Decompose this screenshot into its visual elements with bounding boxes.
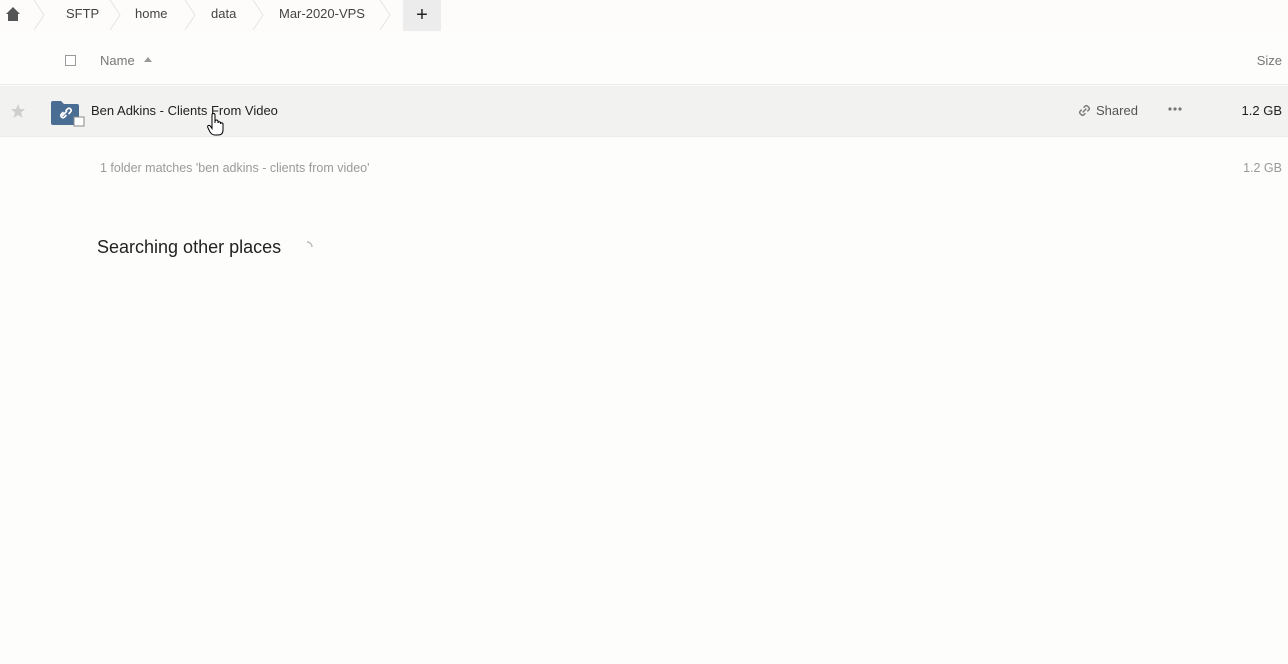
breadcrumb-separator-icon bbox=[252, 0, 264, 30]
breadcrumb-separator-icon bbox=[33, 0, 45, 30]
breadcrumb-separator-icon bbox=[379, 0, 391, 30]
shared-folder-icon bbox=[51, 101, 85, 127]
hand-cursor-icon bbox=[207, 113, 224, 136]
breadcrumb-item-data[interactable]: data bbox=[211, 0, 236, 28]
breadcrumb-separator-icon bbox=[184, 0, 196, 30]
share-status[interactable]: Shared bbox=[1078, 103, 1138, 118]
breadcrumb-item-home[interactable]: home bbox=[135, 0, 168, 28]
breadcrumb-separator-icon bbox=[109, 0, 121, 30]
sort-ascending-icon[interactable] bbox=[144, 57, 152, 62]
breadcrumb: SFTP home data Mar-2020-VPS + bbox=[0, 0, 1288, 32]
breadcrumb-item-sftp[interactable]: SFTP bbox=[66, 0, 99, 28]
summary-size: 1.2 GB bbox=[1243, 161, 1282, 175]
name-column-header[interactable]: Name bbox=[100, 53, 135, 68]
breadcrumb-item-current[interactable]: Mar-2020-VPS bbox=[279, 0, 365, 28]
select-all-checkbox[interactable] bbox=[65, 55, 76, 66]
more-options-icon[interactable] bbox=[1167, 101, 1183, 117]
file-row[interactable]: Ben Adkins - Clients From Video Shared 1… bbox=[0, 86, 1288, 137]
share-label: Shared bbox=[1096, 103, 1138, 118]
searching-other-places-heading: Searching other places bbox=[97, 237, 282, 257]
home-icon[interactable] bbox=[5, 6, 21, 22]
link-icon bbox=[1078, 104, 1091, 117]
file-list-header: Name Size bbox=[0, 38, 1288, 85]
loading-spinner-icon bbox=[306, 241, 313, 248]
star-icon[interactable] bbox=[10, 103, 26, 119]
file-name[interactable]: Ben Adkins - Clients From Video bbox=[91, 103, 278, 118]
file-size: 1.2 GB bbox=[1241, 103, 1282, 118]
size-column-header[interactable]: Size bbox=[1257, 53, 1282, 68]
new-item-button[interactable]: + bbox=[403, 0, 441, 31]
search-summary: 1 folder matches 'ben adkins - clients f… bbox=[100, 161, 370, 175]
